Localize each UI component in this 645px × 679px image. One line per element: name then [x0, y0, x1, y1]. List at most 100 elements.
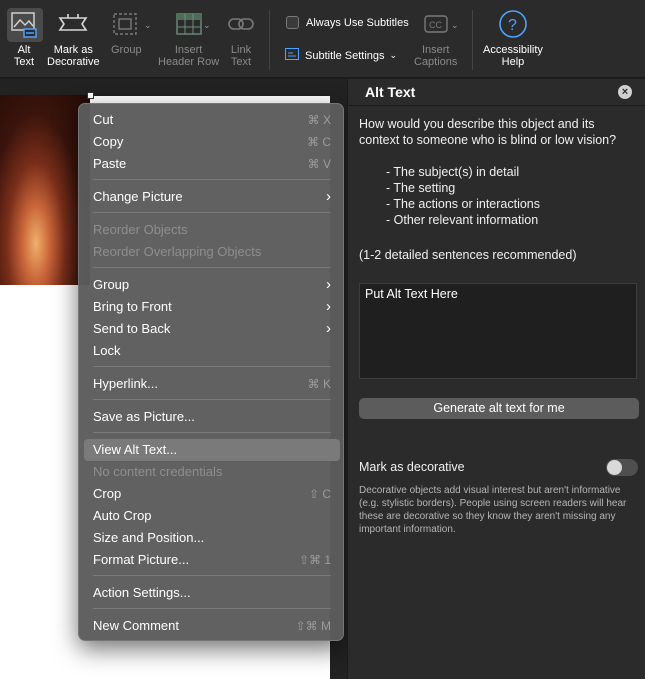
menu-item-label: No content credentials: [93, 464, 223, 479]
menu-separator: [93, 399, 331, 400]
chevron-right-icon: ›: [326, 188, 331, 205]
menu-item-cut[interactable]: Cut ⌘ X: [84, 109, 340, 131]
subtitle-settings-dropdown[interactable]: Subtitle Settings ⌄: [285, 48, 397, 63]
selection-border: [90, 95, 330, 96]
shortcut-label: ⌘ V: [307, 157, 331, 171]
table-header-icon: [174, 8, 204, 40]
menu-item-label: Auto Crop: [93, 508, 152, 523]
ribbon-divider: [269, 10, 270, 70]
decorative-banner-icon: [56, 8, 90, 40]
insert-header-row-chevron-down-icon[interactable]: ⌄: [203, 20, 211, 31]
menu-item-change-picture[interactable]: Change Picture ›: [84, 186, 340, 208]
menu-item-action-settings[interactable]: Action Settings...: [84, 582, 340, 604]
shortcut-label: ⇧ C: [308, 487, 331, 501]
mark-as-decorative-toggle[interactable]: [606, 459, 638, 476]
menu-item-label: Bring to Front: [93, 299, 172, 314]
ribbon-divider: [472, 10, 473, 70]
toggle-knob: [607, 460, 622, 475]
menu-item-label: Send to Back: [93, 321, 171, 336]
insert-header-row-label: Insert Header Row: [158, 44, 220, 68]
subtitle-settings-label: Subtitle Settings: [305, 49, 385, 62]
resize-handle[interactable]: [87, 92, 94, 99]
alt-text-button[interactable]: Alt Text: [10, 8, 38, 68]
menu-item-label: Action Settings...: [93, 585, 191, 600]
menu-item-new-comment[interactable]: New Comment ⇧⌘ M: [84, 615, 340, 637]
shortcut-label: ⇧⌘ 1: [298, 553, 331, 567]
link-icon: [226, 8, 256, 40]
menu-item-reorder-objects[interactable]: Reorder Objects: [84, 219, 340, 241]
menu-item-paste[interactable]: Paste ⌘ V: [84, 153, 340, 175]
insert-header-row-button[interactable]: Insert Header Row: [158, 8, 219, 68]
menu-item-reorder-overlapping-objects[interactable]: Reorder Overlapping Objects: [84, 241, 340, 263]
prompt-bullet: - The actions or interactions: [386, 197, 541, 211]
alt-text-textarea[interactable]: Put Alt Text Here: [359, 283, 637, 379]
pane-title: Alt Text: [365, 84, 416, 100]
ribbon-toolbar: Alt Text Mark as Decorative Group ⌄ Inse…: [0, 0, 645, 78]
decorative-description: Decorative objects add visual interest b…: [359, 485, 627, 535]
context-menu: Cut ⌘ X Copy ⌘ C Paste ⌘ V Change Picture › …: [78, 103, 344, 641]
close-icon[interactable]: ×: [618, 85, 632, 99]
shortcut-label: ⌘ C: [307, 135, 331, 149]
menu-item-copy[interactable]: Copy ⌘ C: [84, 131, 340, 153]
menu-item-label: Reorder Objects: [93, 222, 188, 237]
menu-separator: [93, 608, 331, 609]
prompt-bullet: - The setting: [386, 181, 456, 195]
group-button[interactable]: Group: [111, 8, 142, 56]
group-label: Group: [111, 44, 142, 56]
menu-separator: [93, 432, 331, 433]
menu-separator: [93, 212, 331, 213]
pane-header-divider: [348, 105, 645, 106]
menu-item-group[interactable]: Group ›: [84, 274, 340, 296]
group-chevron-down-icon[interactable]: ⌄: [144, 20, 152, 31]
menu-item-label: Lock: [93, 343, 121, 358]
shortcut-label: ⌘ K: [307, 377, 331, 391]
svg-text:?: ?: [508, 17, 517, 34]
alt-text-label: Alt Text: [13, 44, 35, 68]
menu-item-label: New Comment: [93, 618, 179, 633]
menu-item-format-picture[interactable]: Format Picture... ⇧⌘ 1: [84, 549, 340, 571]
subtitle-settings-chevron-down-icon: ⌄: [389, 50, 398, 60]
menu-item-no-content-credentials[interactable]: No content credentials: [84, 461, 340, 483]
menu-item-bring-to-front[interactable]: Bring to Front ›: [84, 296, 340, 318]
menu-item-crop[interactable]: Crop ⇧ C: [84, 483, 340, 505]
insert-captions-chevron-down-icon[interactable]: ⌄: [451, 20, 459, 31]
mark-as-decorative-label: Mark as Decorative: [47, 44, 100, 68]
menu-item-label: Cut: [93, 112, 114, 127]
prompt-bullet: - Other relevant information: [386, 213, 539, 227]
group-icon: [111, 8, 141, 40]
menu-item-hyperlink[interactable]: Hyperlink... ⌘ K: [84, 373, 340, 395]
menu-separator: [93, 366, 331, 367]
menu-item-label: Copy: [93, 134, 124, 149]
menu-item-view-alt-text[interactable]: View Alt Text...: [84, 439, 340, 461]
menu-item-auto-crop[interactable]: Auto Crop: [84, 505, 340, 527]
menu-item-label: Group: [93, 277, 130, 292]
shortcut-label: ⇧⌘ M: [295, 619, 331, 633]
shortcut-label: ⌘ X: [307, 113, 331, 127]
menu-item-label: Crop: [93, 486, 122, 501]
menu-item-size-and-position[interactable]: Size and Position...: [84, 527, 340, 549]
chevron-right-icon: ›: [326, 276, 331, 293]
menu-item-label: Format Picture...: [93, 552, 190, 567]
menu-item-save-as-picture[interactable]: Save as Picture...: [84, 406, 340, 428]
question-mark-icon: ?: [498, 8, 528, 40]
menu-item-lock[interactable]: Lock: [84, 340, 340, 362]
checkbox-box[interactable]: [286, 16, 299, 29]
accessibility-help-button[interactable]: ? Accessibility Help: [483, 8, 543, 68]
link-text-label: Link Text: [230, 44, 252, 68]
link-text-button[interactable]: Link Text: [226, 8, 256, 68]
chevron-right-icon: ›: [326, 298, 331, 315]
subtitle-settings-icon: [285, 48, 299, 63]
generate-alt-text-button[interactable]: Generate alt text for me: [359, 398, 639, 419]
always-use-subtitles-label: Always Use Subtitles: [306, 16, 409, 29]
closed-captions-icon: CC: [422, 8, 450, 40]
mark-as-decorative-button[interactable]: Mark as Decorative: [47, 8, 100, 68]
alt-text-icon: [10, 8, 38, 40]
recommendation-text: (1-2 detailed sentences recommended): [359, 248, 577, 262]
always-use-subtitles-checkbox[interactable]: Always Use Subtitles: [286, 16, 409, 29]
chevron-right-icon: ›: [326, 320, 331, 337]
menu-item-send-to-back[interactable]: Send to Back ›: [84, 318, 340, 340]
selected-picture[interactable]: [0, 95, 90, 285]
menu-item-label: Save as Picture...: [93, 409, 195, 424]
menu-separator: [93, 179, 331, 180]
insert-captions-button[interactable]: CC Insert Captions: [414, 8, 457, 68]
